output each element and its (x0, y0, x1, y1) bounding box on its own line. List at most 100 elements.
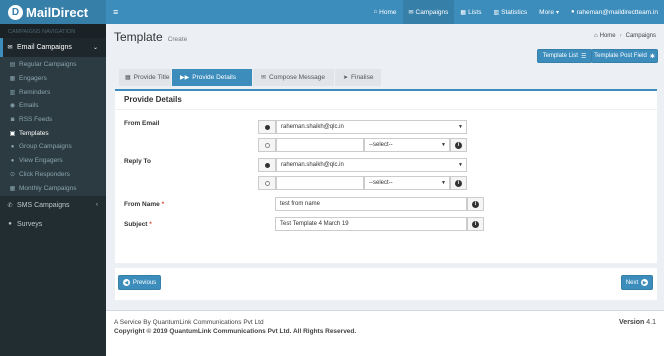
logo-mark-icon: D (8, 4, 23, 20)
from-email-row-custom: --select-- ▼ i (258, 138, 467, 152)
from-name-row: test from name i (258, 197, 484, 211)
sidebar-item-label: View Engagers (19, 157, 63, 165)
sidebar-heading: CAMPAIGNS NAVIGATION (0, 24, 106, 38)
wizard-step-finalise[interactable]: ➤ Finalise (335, 69, 381, 86)
footer-copyright: Copyright © 2019 QuantumLink Communicati… (114, 328, 357, 335)
user-menu[interactable]: ● raheman@maildirectteam.in (565, 0, 664, 24)
info-icon: i (455, 179, 462, 187)
from-name-input[interactable]: test from name (275, 197, 467, 211)
arrow-left-icon: ◀ (122, 279, 130, 286)
subject-row: Test Template 4 March 19 i (258, 217, 484, 231)
caret-down-icon: ▼ (458, 124, 463, 130)
from-name-label: From Name * (124, 201, 164, 208)
info-icon: i (455, 141, 462, 149)
subject-label-text: Subject (124, 221, 148, 228)
wizard-step-provide-details[interactable]: ▶▶ Provide Details (172, 69, 252, 86)
send-icon: ➤ (343, 75, 349, 81)
surveys-icon: ● (8, 221, 12, 228)
footer-version: Version 4.1 (619, 319, 656, 326)
home-icon: ⌂ (594, 33, 598, 39)
from-name-info-icon[interactable]: i (467, 197, 484, 211)
sidebar-item-rss-feeds[interactable]: ◙ RSS Feeds (0, 113, 106, 127)
sidebar-item-label: SMS Campaigns (17, 201, 70, 209)
nav-statistics[interactable]: ▥ Statistics (487, 0, 533, 24)
user-email: raheman@maildirectteam.in (576, 8, 658, 16)
chevron-left-icon: ‹ (96, 202, 98, 209)
radio-dot (264, 142, 270, 148)
sidebar-item-templates[interactable]: ▣ Templates (0, 126, 106, 140)
nav-campaigns[interactable]: ✉ Campaigns (402, 0, 455, 24)
breadcrumb-home[interactable]: Home (600, 33, 616, 39)
list-icon: ☰ (580, 53, 587, 60)
reply-to-existing-radio[interactable] (258, 158, 276, 172)
home-icon: ⌂ (373, 9, 378, 15)
from-email-info-icon[interactable]: i (450, 138, 467, 152)
reply-to-user-input[interactable] (276, 176, 364, 190)
from-email-label: From Email (124, 120, 160, 127)
nav-more[interactable]: More ▾ (533, 0, 565, 24)
gear-icon: ✱ (649, 53, 655, 60)
sms-icon: ✆ (7, 202, 13, 209)
from-email-custom-radio[interactable] (258, 138, 276, 152)
reply-to-label: Reply To (124, 158, 151, 165)
nav-lists[interactable]: ▦ Lists (454, 0, 487, 24)
sidebar-item-email-campaigns[interactable]: ✉ Email Campaigns ⌄ (0, 38, 106, 57)
from-email-select[interactable]: raheman.shaikh@qlc.in ▼ (276, 120, 467, 134)
page-title: Template (114, 30, 163, 44)
envelope-icon: ✉ (7, 45, 13, 51)
sidebar-item-emails[interactable]: ◉ Emails (0, 99, 106, 113)
breadcrumb: ⌂ Home › Campaigns (594, 33, 656, 39)
sidebar-item-label: Templates (19, 129, 49, 137)
wizard-step-label: Compose Message (269, 74, 326, 81)
menu-toggle-icon[interactable]: ≡ (113, 7, 125, 17)
nav-statistics-label: Statistics (501, 8, 528, 16)
reply-to-domain-select[interactable]: --select-- ▼ (364, 176, 450, 190)
caret-down-icon: ▾ (555, 9, 559, 16)
template-list-button[interactable]: Template List ☰ (537, 49, 592, 63)
reply-to-select[interactable]: raheman.shaikh@qlc.in ▼ (276, 158, 467, 172)
sidebar-item-label: Reminders (19, 88, 51, 96)
sidebar-item-reminders[interactable]: ▥ Reminders (0, 85, 106, 99)
nav-more-label: More (539, 8, 554, 16)
required-mark: * (149, 221, 152, 228)
template-post-field-button[interactable]: Template Post Field ✱ (591, 49, 658, 63)
sidebar-item-view-engagers[interactable]: ● View Engagers (0, 154, 106, 168)
emails-icon: ◉ (9, 103, 16, 110)
nav-home[interactable]: ⌂ Home (368, 0, 403, 24)
subject-info-icon[interactable]: i (467, 217, 484, 231)
caret-down-icon: ▼ (458, 162, 463, 168)
sidebar-item-monthly-campaigns[interactable]: ▦ Monthly Campaigns (0, 181, 106, 195)
wizard-steps: ▦ Provide Title ▶▶ Provide Details ✉ Com… (119, 69, 382, 86)
app-logo[interactable]: D MailDirect (0, 0, 106, 24)
page-subtitle: Create (167, 36, 188, 43)
chevron-down-icon: ⌄ (92, 45, 98, 51)
from-email-existing-radio[interactable] (258, 120, 276, 134)
sidebar-item-label: Emails (19, 102, 39, 110)
forward-icon: ▶▶ (180, 75, 190, 81)
monthly-campaigns-icon: ▦ (9, 185, 16, 192)
provide-details-panel: Provide Details From Email raheman.shaik… (115, 89, 657, 263)
from-email-user-input[interactable] (276, 138, 364, 152)
next-button[interactable]: Next ▶ (621, 275, 653, 290)
envelope-icon: ✉ (261, 75, 267, 81)
from-email-domain-select[interactable]: --select-- ▼ (364, 138, 450, 152)
sidebar-item-sms-campaigns[interactable]: ✆ SMS Campaigns ‹ (0, 196, 106, 215)
sidebar-item-engagers[interactable]: ▦ Engagers (0, 72, 106, 86)
radio-dot (264, 124, 270, 130)
page-header: Template Create (114, 30, 187, 44)
arrow-right-icon: ▶ (641, 279, 649, 286)
info-icon: i (472, 200, 479, 208)
sidebar-item-click-responders[interactable]: ⊙ Click Responders (0, 168, 106, 182)
view-engagers-icon: ● (10, 157, 15, 164)
sidebar-item-surveys[interactable]: ● Surveys (0, 215, 106, 234)
previous-button[interactable]: ◀ Previous (118, 275, 161, 290)
subject-input[interactable]: Test Template 4 March 19 (275, 217, 467, 231)
breadcrumb-separator: › (619, 33, 622, 39)
reply-to-info-icon[interactable]: i (450, 176, 467, 190)
reply-to-custom-radio[interactable] (258, 176, 276, 190)
sidebar-item-group-campaigns[interactable]: ● Group Campaigns (0, 140, 106, 154)
sidebar-item-regular-campaigns[interactable]: ▤ Regular Campaigns (0, 58, 106, 72)
wizard-step-compose-message[interactable]: ✉ Compose Message (253, 69, 334, 86)
wizard-step-provide-title[interactable]: ▦ Provide Title (119, 69, 171, 86)
reply-to-row-custom: --select-- ▼ i (258, 176, 467, 190)
